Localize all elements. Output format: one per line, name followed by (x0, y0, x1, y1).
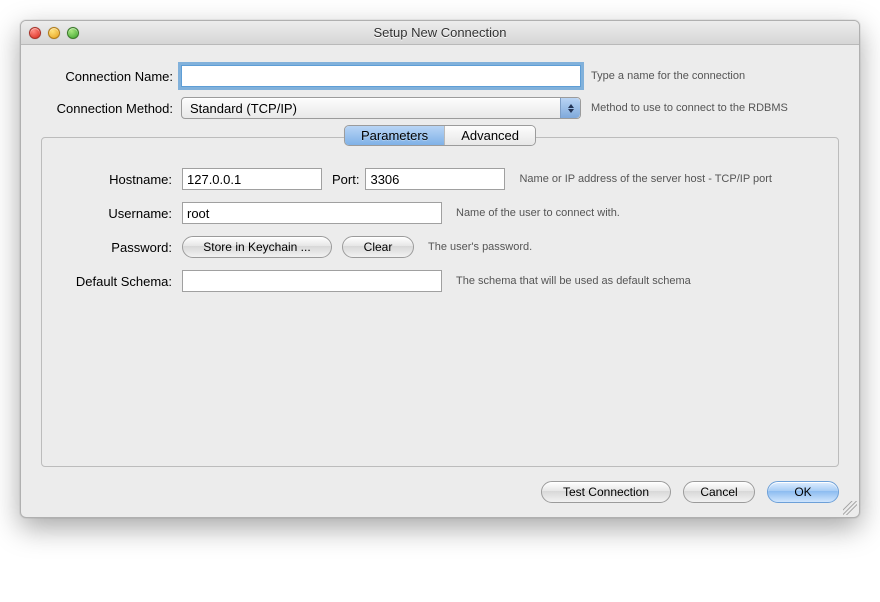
zoom-icon[interactable] (67, 27, 79, 39)
port-label: Port: (332, 172, 359, 187)
window-title: Setup New Connection (21, 25, 859, 40)
window-controls (21, 27, 79, 39)
ok-button[interactable]: OK (767, 481, 839, 503)
footer: Test Connection Cancel OK (41, 481, 839, 503)
connection-method-value: Standard (TCP/IP) (190, 101, 297, 116)
connection-method-label: Connection Method: (41, 101, 181, 116)
hostport-hint: Name or IP address of the server host - … (519, 173, 772, 185)
default-schema-hint: The schema that will be used as default … (456, 275, 691, 287)
select-stepper-icon (560, 98, 580, 118)
password-hint: The user's password. (428, 241, 532, 253)
store-keychain-button[interactable]: Store in Keychain ... (182, 236, 332, 258)
titlebar: Setup New Connection (21, 21, 859, 45)
connection-method-select[interactable]: Standard (TCP/IP) (181, 97, 581, 119)
username-input[interactable] (182, 202, 442, 224)
username-label: Username: (62, 206, 182, 221)
resize-grip-icon[interactable] (843, 501, 857, 515)
dialog-window: Setup New Connection Connection Name: Ty… (20, 20, 860, 518)
hostname-input[interactable] (182, 168, 322, 190)
cancel-button[interactable]: Cancel (683, 481, 755, 503)
default-schema-input[interactable] (182, 270, 442, 292)
content: Connection Name: Type a name for the con… (21, 45, 859, 517)
tab-parameters[interactable]: Parameters (345, 126, 445, 145)
clear-password-button[interactable]: Clear (342, 236, 414, 258)
default-schema-label: Default Schema: (62, 274, 182, 289)
test-connection-button[interactable]: Test Connection (541, 481, 671, 503)
parameters-panel: Parameters Advanced Hostname: Port: Name… (41, 137, 839, 467)
connection-name-label: Connection Name: (41, 69, 181, 84)
connection-method-hint: Method to use to connect to the RDBMS (591, 102, 839, 114)
hostname-label: Hostname: (62, 172, 182, 187)
connection-name-hint: Type a name for the connection (591, 70, 839, 82)
close-icon[interactable] (29, 27, 41, 39)
tab-bar: Parameters Advanced (345, 126, 535, 145)
password-label: Password: (62, 240, 182, 255)
minimize-icon[interactable] (48, 27, 60, 39)
username-hint: Name of the user to connect with. (456, 207, 620, 219)
tab-advanced[interactable]: Advanced (445, 126, 535, 145)
connection-name-input[interactable] (181, 65, 581, 87)
port-input[interactable] (365, 168, 505, 190)
